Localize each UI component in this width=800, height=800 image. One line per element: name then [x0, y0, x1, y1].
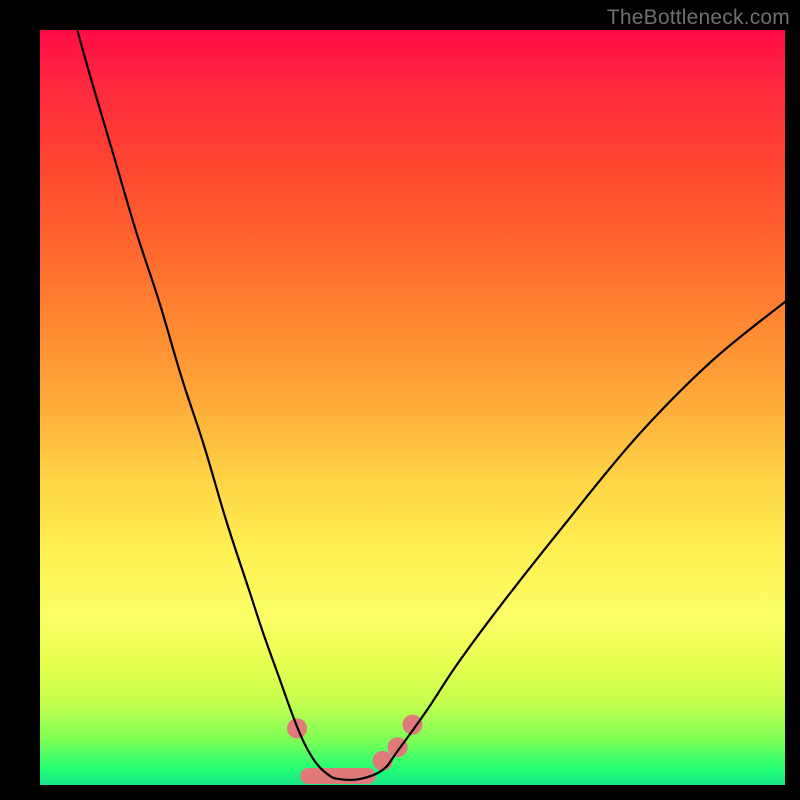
curve-path	[77, 30, 785, 780]
plot-area	[40, 30, 785, 785]
chart-svg	[40, 30, 785, 785]
watermark-text: TheBottleneck.com	[607, 6, 790, 30]
chart-frame: TheBottleneck.com	[0, 0, 800, 800]
